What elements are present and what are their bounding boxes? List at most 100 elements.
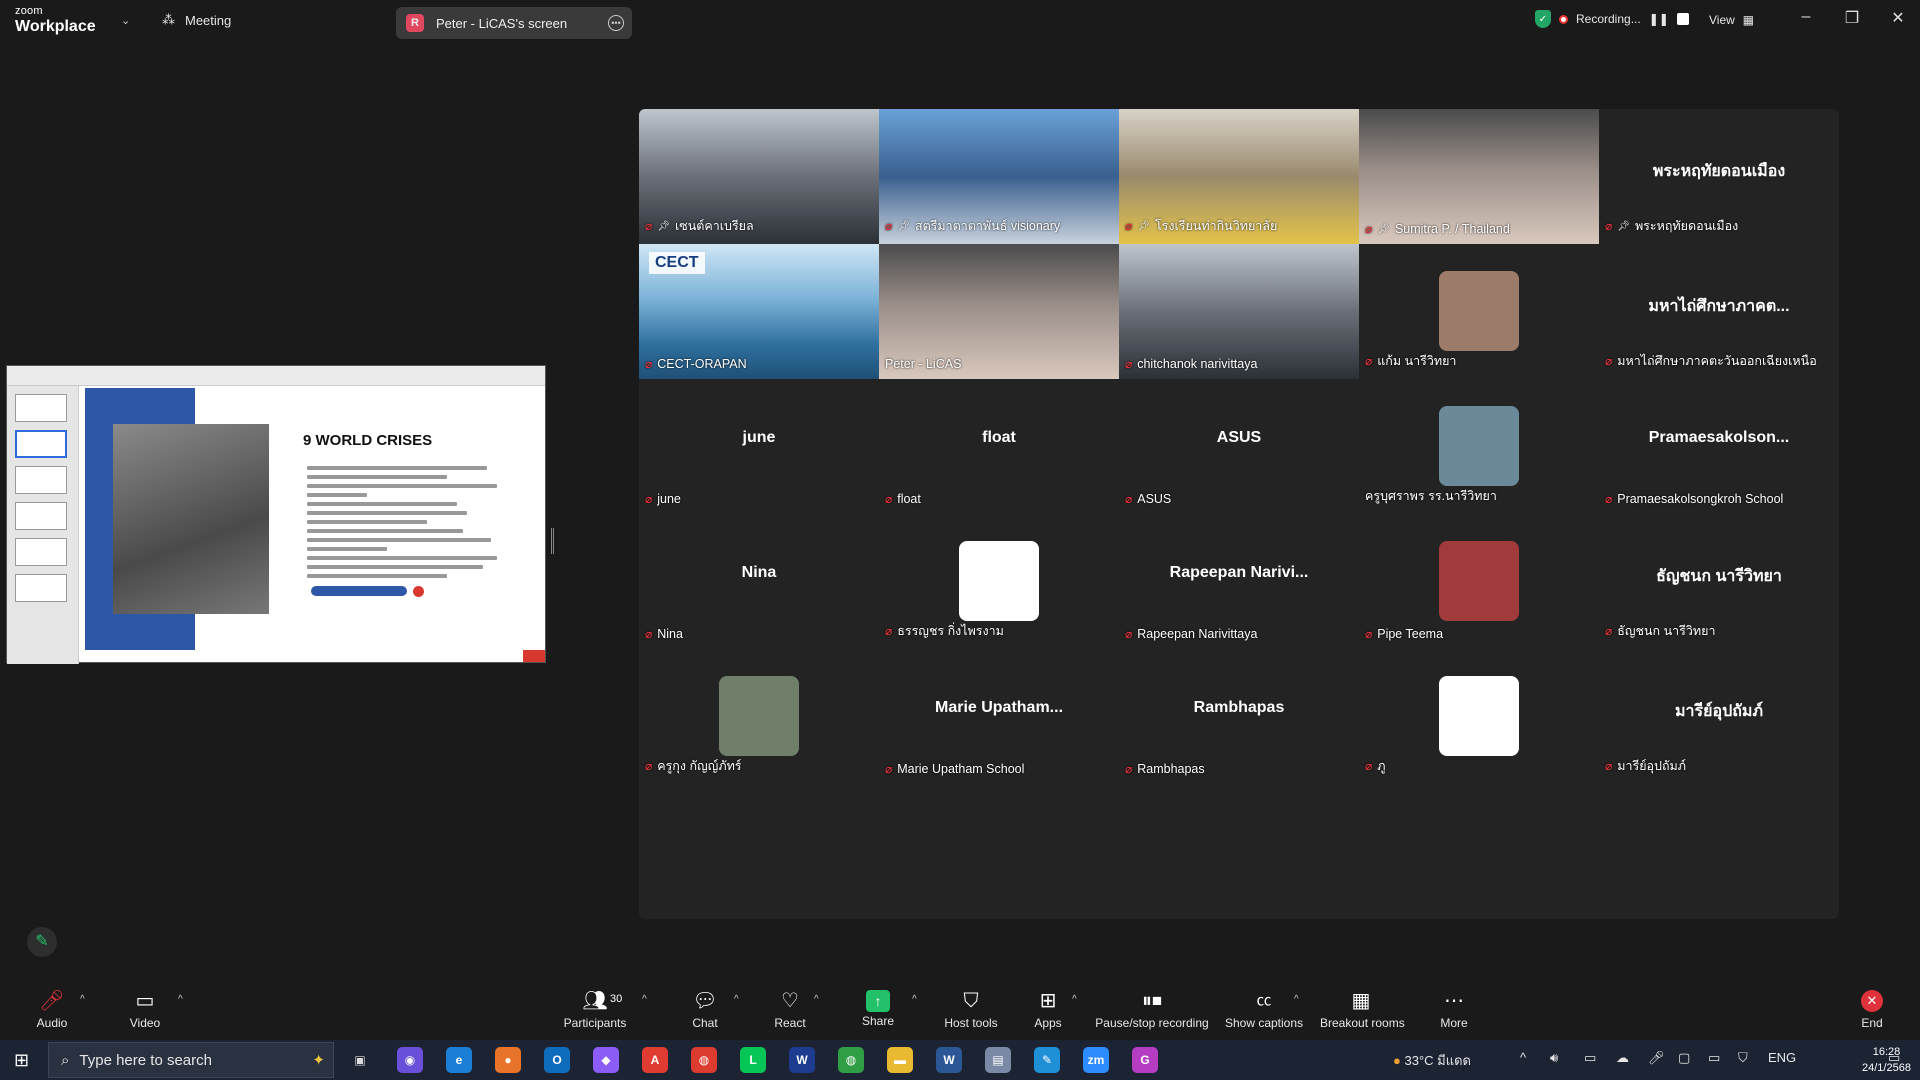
copilot-app-icon[interactable]: ◉ [397,1047,423,1073]
share-button[interactable]: ↑ Share [860,988,896,1028]
participant-tile[interactable]: ⌀ 📌︎ โรงเรียนท่ากินวิทยาลัย [1119,109,1359,244]
participant-tile[interactable]: Peter - LiCAS [879,244,1119,379]
shared-screen-tab[interactable]: R Peter - LiCAS's screen ••• [396,7,632,39]
chat-caret[interactable]: ^ [734,994,739,1005]
line-app-icon[interactable]: L [740,1047,766,1073]
show-hidden-icons-caret[interactable]: ^ [1520,1050,1526,1065]
close-icon[interactable]: ✕ [1878,8,1918,28]
meeting-menu-button[interactable]: ⁂ Meeting [162,12,231,28]
participant-display-name: Marie Upatham... [934,699,1064,716]
share-caret[interactable]: ^ [912,994,917,1005]
participant-tile[interactable]: ครูบุศราพร รร.นารีวิทยา [1359,379,1599,514]
participant-tile[interactable]: พระหฤทัยดอนเมือง ⌀ 📌︎ พระหฤทัยดอนเมือง [1599,109,1839,244]
muted-mic-icon: ⌀ [1605,492,1613,506]
video-options-caret[interactable]: ^ [178,994,183,1005]
participant-tile[interactable]: ⌀ 📌︎ เซนต์คาเบรียล [639,109,879,244]
network-icon[interactable]: ▭ [1708,1050,1720,1066]
taskbar-search-input[interactable]: ⌕ Type here to search ✦ [48,1042,334,1078]
apps-caret[interactable]: ^ [1072,994,1077,1005]
captions-caret[interactable]: ^ [1294,994,1299,1005]
acrobat-icon[interactable]: A [642,1047,668,1073]
end-meeting-button[interactable]: ✕ End [1854,988,1890,1030]
chrome-profile-icon[interactable]: ◍ [838,1047,864,1073]
sharer-initial: R [406,14,424,32]
participant-name: Sumitra P. / Thailand [1394,222,1510,236]
participant-tile[interactable]: ⌀ 📌︎ สตรีมาตาตาพันธ์ visionary [879,109,1119,244]
chrome-icon[interactable]: ◍ [691,1047,717,1073]
system-clock[interactable]: 16:28 24/1/2568 [1862,1044,1911,1076]
participant-tile[interactable]: ธัญชนก นารีวิทยา ⌀ ธัญชนก นารีวิทยา [1599,514,1839,649]
input-language[interactable]: ENG [1768,1050,1796,1065]
webex-icon[interactable]: W [789,1047,815,1073]
view-button[interactable]: View ▦ [1709,13,1754,27]
device-icon[interactable]: ▢ [1678,1050,1690,1066]
participant-tile[interactable]: มารีย์อุปถัมภ์ ⌀ มารีย์อุปถัมภ์ [1599,649,1839,784]
participant-tile[interactable]: มหาไถ่ศึกษาภาคต... ⌀ มหาไถ่ศึกษาภาคตะวันออ… [1599,244,1839,379]
windows-start-icon[interactable]: ⊞ [14,1050,29,1071]
firefox-icon[interactable]: ● [495,1047,521,1073]
zoom-taskbar-icon[interactable]: zm [1083,1047,1109,1073]
participant-tile[interactable]: ⌀ ครูกุง กัญญ์ภัทร์ [639,649,879,784]
video-button[interactable]: ▭ Video [125,988,165,1030]
more-button[interactable]: ⋯ More [1436,988,1472,1030]
file-explorer-icon[interactable]: ▬ [887,1047,913,1073]
participant-tile[interactable]: Rapeepan Narivi... ⌀ Rapeepan Narivittaya [1119,514,1359,649]
participant-tile[interactable]: ⌀ 📌︎ Sumitra P. / Thailand [1359,109,1599,244]
muted-mic-icon: ⌀ [1605,354,1613,368]
display-icon[interactable]: ▭ [1584,1050,1596,1066]
notifications-icon[interactable]: ▭ [1888,1050,1900,1066]
pause-recording-icon[interactable]: ❚❚ [1649,12,1669,26]
participant-tile[interactable]: ⌀ chitchanok narivittaya [1119,244,1359,379]
security-icon[interactable]: ⛉ [1738,1050,1748,1066]
participant-tile[interactable]: Rambhapas ⌀ Rambhapas [1119,649,1359,784]
edge-browser-icon[interactable]: e [446,1047,472,1073]
weather-widget[interactable]: ● 33°C มีแดด [1393,1050,1471,1071]
minimize-icon[interactable]: – [1786,8,1826,26]
resize-handle[interactable] [551,528,554,554]
participant-tile[interactable]: ⌀ แก้ม นารีวิทยา [1359,244,1599,379]
participant-tile[interactable]: Pramaesakolson... ⌀ Pramaesakolsongkroh Sc… [1599,379,1839,514]
audio-options-caret[interactable]: ^ [80,994,85,1005]
shared-screen-view[interactable]: 9 WORLD CRISES [6,365,546,664]
chat-button[interactable]: 💬︎ Chat [690,988,720,1030]
participant-tile[interactable]: Nina ⌀ Nina [639,514,879,649]
notes-app-icon[interactable]: ▤ [985,1047,1011,1073]
pause-stop-icon: ⏸︎⏹︎ [1142,990,1162,1012]
slide-footer-mark [523,650,545,662]
react-button[interactable]: ♡ React [772,988,808,1030]
audio-button[interactable]: 🎤︎ Audio [32,988,72,1030]
paint-app-icon[interactable]: ✎ [1034,1047,1060,1073]
host-tools-button[interactable]: ⛉ Host tools [940,988,1002,1030]
react-caret[interactable]: ^ [814,994,819,1005]
breakout-rooms-button[interactable]: ▦ Breakout rooms [1320,988,1405,1030]
more-options-icon[interactable]: ••• [608,15,624,31]
encryption-shield-icon[interactable]: ✓ [1535,10,1551,28]
participant-tile[interactable]: Marie Upatham... ⌀ Marie Upatham School [879,649,1119,784]
annotate-pen-icon[interactable]: ✎ [27,927,57,957]
show-captions-button[interactable]: ㏄ Show captions [1224,988,1304,1030]
outlook-icon[interactable]: O [544,1047,570,1073]
participant-tile[interactable]: ⌀ ธรรญชร กิ่งไพรงาม [879,514,1119,649]
participant-tile[interactable]: ASUS ⌀ ASUS [1119,379,1359,514]
pause-stop-recording-button[interactable]: ⏸︎⏹︎ Pause/stop recording [1094,988,1210,1030]
microphone-icon[interactable]: 🎤︎ [1648,1050,1665,1066]
restore-icon[interactable]: ❐ [1832,8,1872,28]
office-icon[interactable]: ◆ [593,1047,619,1073]
volume-icon[interactable]: 🔊︎ [1550,1050,1558,1066]
participant-display-name: Nina [741,564,777,581]
participant-tile[interactable]: june ⌀ june [639,379,879,514]
task-view-icon[interactable]: ▣ [347,1047,373,1073]
participant-tile[interactable]: CECT ⌀ CECT-ORAPAN [639,244,879,379]
apps-button[interactable]: ⊞ Apps [1030,988,1066,1030]
participant-tile[interactable]: float ⌀ float [879,379,1119,514]
chevron-down-icon[interactable]: ⌄ [121,14,130,27]
muted-mic-icon: ⌀ [1125,219,1133,233]
participant-name-label: ⌀ 📌︎ Sumitra P. / Thailand [1365,222,1510,236]
onedrive-cloud-icon[interactable]: ☁ [1616,1050,1629,1066]
word-icon[interactable]: W [936,1047,962,1073]
grammarly-icon[interactable]: G [1132,1047,1158,1073]
stop-recording-icon[interactable] [1676,13,1689,25]
participants-caret[interactable]: ^ [642,994,647,1005]
participant-tile[interactable]: ⌀ ภู [1359,649,1599,784]
participant-tile[interactable]: ⌀ Pipe Teema [1359,514,1599,649]
